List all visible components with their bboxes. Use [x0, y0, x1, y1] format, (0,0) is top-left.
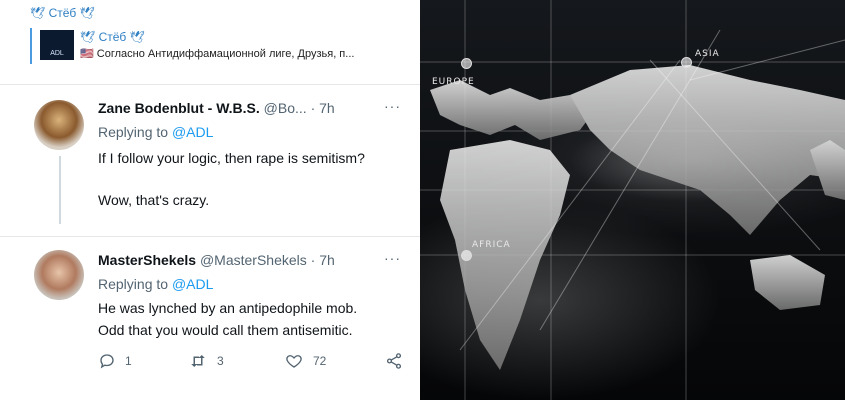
reply-quote[interactable]: ADL 🕊 Стёб 🕊 🇺🇸 Согласно Антидиффамацион…	[30, 28, 415, 64]
retweet-button[interactable]: 3	[188, 352, 224, 370]
replying-to: Replying to @ADL	[98, 276, 213, 292]
map-label-africa: AFRICA	[472, 240, 511, 250]
map-label-europe: EUROPE	[432, 77, 475, 87]
tweet-text-line1: He was lynched by an antipedophile mob.	[98, 300, 358, 316]
avatar[interactable]	[34, 250, 84, 300]
map-dot-europe	[461, 58, 472, 69]
map-dot-africa	[461, 250, 472, 261]
replying-prefix: Replying to	[98, 124, 169, 140]
tweet-author[interactable]: MasterShekels @MasterShekels · 7h	[98, 252, 335, 268]
timestamp: · 7h	[310, 252, 335, 268]
reply-thumbnail-label: ADL	[50, 50, 64, 57]
share-button[interactable]	[384, 352, 413, 370]
reply-author: 🕊 Стёб 🕊	[80, 30, 145, 44]
tweet-text-line1: If I follow your logic, then rape is sem…	[98, 150, 365, 166]
map-dot-asia	[681, 57, 692, 68]
avatar[interactable]	[34, 100, 84, 150]
telegram-post-panel: 🕊 Стёб 🕊 ADL 🕊 Стёб 🕊 🇺🇸 Согласно Антиди…	[0, 0, 420, 400]
timestamp: · 7h	[310, 100, 335, 116]
tweet-author[interactable]: Zane Bodenblut - W.B.S. @Bo... · 7h	[98, 100, 335, 116]
reply-button[interactable]: 1	[98, 352, 132, 370]
share-icon	[386, 353, 402, 369]
reply-icon	[100, 354, 114, 369]
reply-preview-text: 🇺🇸 Согласно Антидиффамационной лиге, Дру…	[80, 48, 355, 60]
divider	[0, 236, 420, 237]
retweet-count: 3	[217, 354, 224, 368]
replying-mention[interactable]: @ADL	[172, 276, 213, 292]
like-button[interactable]: 72	[284, 352, 326, 370]
handle: @MasterShekels	[199, 252, 307, 268]
divider	[0, 84, 420, 85]
replying-mention[interactable]: @ADL	[172, 124, 213, 140]
more-icon[interactable]: ···	[384, 98, 401, 114]
world-map-graphic	[420, 0, 845, 400]
tweet-text-line2: Odd that you would call them antisemitic…	[98, 322, 353, 338]
display-name: MasterShekels	[98, 252, 197, 268]
retweet-icon	[191, 355, 205, 367]
reply-thumbnail: ADL	[40, 30, 74, 60]
map-label-asia: ASIA	[695, 49, 720, 59]
tweet-actions: 1 3 72	[98, 352, 408, 374]
replying-to: Replying to @ADL	[98, 124, 213, 140]
heart-icon	[286, 355, 302, 368]
tweet-text-line2: Wow, that's crazy.	[98, 192, 210, 208]
thread-line	[59, 156, 61, 224]
replying-prefix: Replying to	[98, 276, 169, 292]
like-count: 72	[313, 354, 327, 368]
more-icon[interactable]: ···	[384, 250, 401, 266]
display-name: Zane Bodenblut - W.B.S.	[98, 100, 260, 116]
channel-title[interactable]: 🕊 Стёб 🕊	[30, 6, 95, 20]
handle: @Bo...	[263, 100, 307, 116]
reply-count: 1	[125, 354, 132, 368]
